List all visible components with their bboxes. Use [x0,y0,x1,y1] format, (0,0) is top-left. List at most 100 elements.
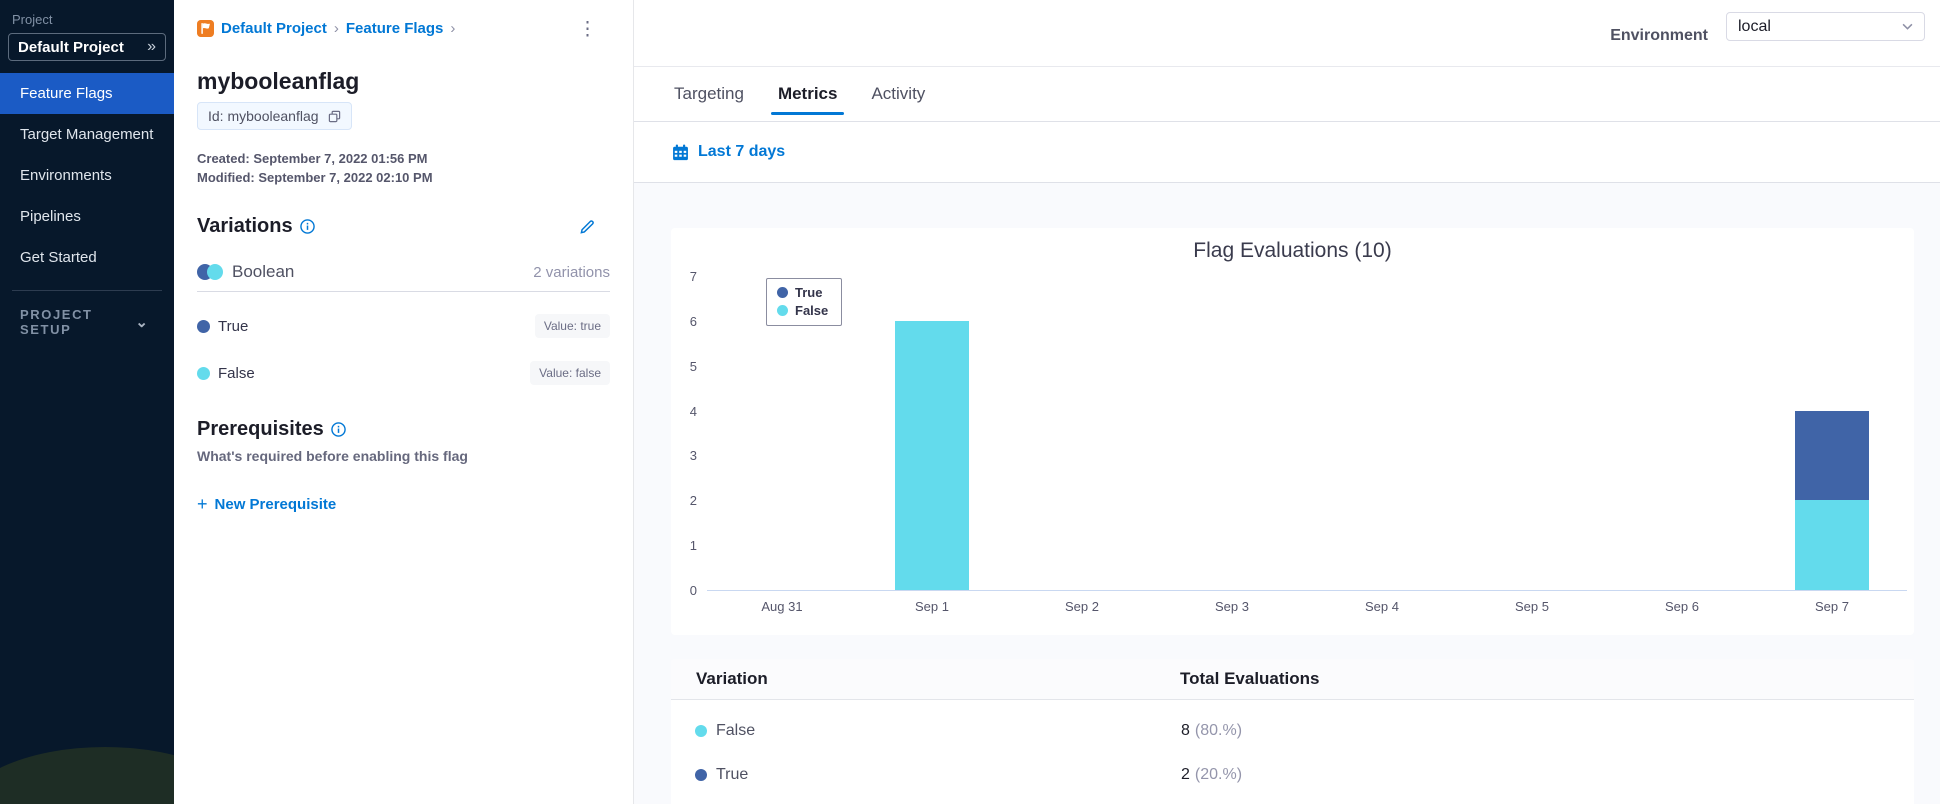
variation-row-true: True Value: true [197,313,610,339]
calendar-icon [673,144,688,160]
chevron-down-icon: ⌄ [135,314,148,331]
corner-decoration [0,747,174,804]
created-date: Created: September 7, 2022 01:56 PM [197,151,428,166]
variation-dot-true [197,319,210,333]
environment-label: Environment [1610,27,1708,44]
sidebar-item-feature-flags[interactable]: Feature Flags [0,73,174,114]
variations-heading: Variations [197,215,293,237]
tab-targeting[interactable]: Targeting [674,67,744,121]
sidebar-item-target-management[interactable]: Target Management [0,114,174,155]
cell-evaluation-count: 8 [1181,722,1190,739]
x-axis-label: Sep 5 [1515,599,1549,614]
breadcrumb-link-feature-flags[interactable]: Feature Flags [346,20,444,37]
y-tick-label: 3 [689,448,697,464]
sidebar: Project Default Project » Feature Flags … [0,0,174,804]
chart-plot: 0 1 2 3 4 5 6 7 Aug 31 Sep 1 Sep 2 Sep 3 Sep 4 Sep 5 S… [690,269,1907,614]
project-selector[interactable]: Default Project » [8,33,166,61]
bar-false-sep-7 [1795,500,1869,590]
info-icon[interactable] [330,422,346,437]
evaluations-table: Variation Total Evaluations False 8 (80.%… [671,659,1914,804]
copy-icon[interactable] [328,110,341,123]
y-tick-label: 6 [689,313,697,329]
variation-dot-true [695,769,707,781]
variation-name: False [218,364,255,382]
environment-select-value: local [1738,17,1771,35]
metrics-toolbar: Last 7 days [634,122,1940,183]
sidebar-item-get-started[interactable]: Get Started [0,237,174,278]
prerequisites-heading: Prerequisites [197,418,324,440]
y-tick-label: 2 [689,493,697,509]
y-tick-label: 4 [689,403,697,419]
cell-evaluation-count: 2 [1181,766,1190,783]
divider [197,291,610,292]
column-header-total-evaluations: Total Evaluations [1180,669,1320,688]
tab-metrics[interactable]: Metrics [770,67,844,121]
metrics-content: Flag Evaluations (10) True False 0 1 2 3 4 5 6 7… [634,183,1940,804]
table-row-false: False 8 (80.%) [671,709,1914,753]
modified-date: Modified: September 7, 2022 02:10 PM [197,170,433,185]
variation-dot-false [197,366,210,380]
right-panel: Environment local Targeting Metrics Acti… [634,0,1940,804]
project-label: Project [12,12,53,27]
new-prerequisite-button[interactable]: + New Prerequisite [197,494,336,515]
breadcrumb-link-project[interactable]: Default Project [221,20,327,37]
project-setup-section[interactable]: PROJECT SETUP ⌄ [0,291,174,337]
cell-variation-name: False [716,722,756,739]
cell-evaluation-percent: (20.%) [1194,766,1243,783]
date-range-label: Last 7 days [698,143,786,160]
variation-type-row: Boolean 2 variations [197,262,610,282]
environment-select[interactable]: local [1726,12,1925,41]
double-chevron-right-icon: » [147,38,156,55]
prerequisites-description: What's required before enabling this fla… [197,448,468,464]
chevron-right-icon: › [333,20,339,37]
variation-value-chip: Value: false [530,361,610,385]
flag-id-text: Id: mybooleanflag [208,108,319,124]
variation-type-label: Boolean [232,262,295,281]
y-tick-label: 5 [689,358,697,374]
date-range-button[interactable]: Last 7 days [672,143,785,161]
x-axis-label: Sep 2 [1065,599,1099,614]
variation-row-false: False Value: false [197,360,610,386]
chevron-down-icon [1902,23,1913,30]
y-tick-label: 7 [689,269,697,284]
x-axis-label: Sep 4 [1365,599,1399,614]
cell-variation-name: True [716,766,749,783]
kebab-menu-icon[interactable]: ⋮ [578,20,597,39]
tabs: Targeting Metrics Activity [634,67,1940,122]
table-row-true: True 2 (20.%) [671,753,1914,797]
project-selector-value: Default Project [18,38,124,56]
info-icon[interactable] [299,219,315,234]
chart-title: Flag Evaluations (10) [1193,239,1392,262]
plus-icon: + [197,494,208,514]
chevron-right-icon: › [450,20,456,37]
sidebar-item-pipelines[interactable]: Pipelines [0,196,174,237]
x-axis-label: Sep 6 [1665,599,1699,614]
flag-title: mybooleanflag [197,68,360,94]
cell-evaluation-percent: (80.%) [1194,722,1243,739]
breadcrumb: Default Project › Feature Flags › [197,20,610,37]
environment-bar: Environment local [634,0,1940,67]
bar-true-sep-7 [1795,410,1869,501]
x-axis-label: Aug 31 [761,599,803,614]
feature-flags-logo-icon [197,20,214,37]
variation-dot-false [695,725,707,737]
edit-pencil-icon[interactable] [578,218,596,236]
variation-name: True [218,317,249,335]
y-tick-label: 1 [689,538,697,554]
chart-card: Flag Evaluations (10) True False 01234567… [671,228,1914,635]
y-tick-label: 0 [689,583,697,598]
sidebar-nav: Feature Flags Target Management Environm… [0,73,174,278]
flag-detail-panel: Default Project › Feature Flags › ⋮ mybo… [174,0,634,804]
sidebar-item-environments[interactable]: Environments [0,155,174,196]
bar-false-sep-1 [895,320,969,590]
boolean-type-icon [197,264,223,280]
x-axis-label: Sep 3 [1215,599,1249,614]
project-setup-label: PROJECT SETUP [20,307,93,337]
variation-value-chip: Value: true [534,314,610,338]
x-axis-label: Sep 7 [1815,599,1849,614]
flag-id-chip: Id: mybooleanflag [197,102,352,130]
x-axis-label: Sep 1 [915,599,949,614]
tab-activity[interactable]: Activity [871,67,925,121]
column-header-variation: Variation [696,669,768,688]
variation-count: 2 variations [533,263,610,281]
